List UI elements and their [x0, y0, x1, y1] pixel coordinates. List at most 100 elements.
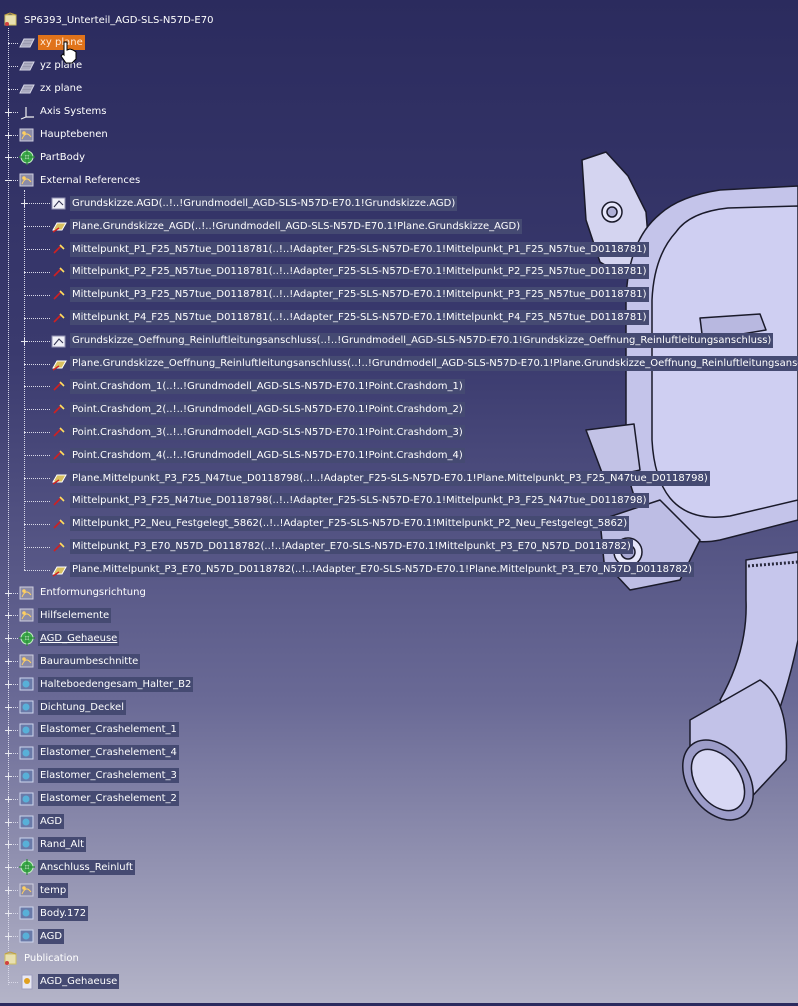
tree-item-body[interactable]: Hilfselemente [18, 606, 112, 624]
geoset-icon [18, 172, 36, 188]
pub-icon [18, 974, 36, 990]
expand-icon[interactable] [4, 818, 13, 827]
tree-item-body[interactable]: Entformungsrichtung [18, 584, 148, 602]
external-reference-item[interactable]: Plane.Mittelpunkt_P3_F25_N47tue_D0118798… [50, 469, 710, 487]
expand-icon[interactable] [4, 131, 13, 140]
tree-item-node[interactable]: Hauptebenen [18, 126, 110, 144]
external-reference-item[interactable]: Mittelpunkt_P2_F25_N57tue_D0118781(..!..… [50, 263, 649, 281]
expand-icon[interactable] [4, 726, 13, 735]
point-icon [50, 241, 68, 257]
collapse-icon[interactable] [4, 176, 13, 185]
tree-item-body[interactable]: Body.172 [18, 904, 89, 922]
expand-icon[interactable] [4, 108, 13, 117]
tree-item-body[interactable]: Elastomer_Crashelement_3 [18, 767, 179, 785]
tree-item-body[interactable]: Elastomer_Crashelement_2 [18, 790, 179, 808]
tree-item-node[interactable]: PartBody [18, 148, 87, 166]
expand-icon[interactable] [4, 589, 13, 598]
external-reference-item[interactable]: Mittelpunkt_P3_F25_N47tue_D0118798(..!..… [50, 492, 649, 510]
expand-icon[interactable] [4, 703, 13, 712]
tree-item-label: Anschluss_Reinluft [38, 859, 135, 875]
expand-icon[interactable] [4, 680, 13, 689]
expand-icon[interactable] [4, 634, 13, 643]
tree-item-body[interactable]: Anschluss_Reinluft [18, 858, 135, 876]
expand-icon[interactable] [4, 749, 13, 758]
external-reference-item[interactable]: Mittelpunkt_P1_F25_N57tue_D0118781(..!..… [50, 240, 649, 258]
external-reference-item[interactable]: Point.Crashdom_3(..!..!Grundmodell_AGD-S… [50, 423, 465, 441]
tree-connector [24, 363, 50, 365]
part-icon [2, 12, 20, 28]
tree-item-label: Mittelpunkt_P3_E70_N57D_D0118782(..!..!A… [70, 539, 633, 555]
expand-icon[interactable] [4, 886, 13, 895]
tree-connector [24, 455, 50, 457]
expand-icon[interactable] [4, 863, 13, 872]
expand-icon[interactable] [4, 795, 13, 804]
expand-icon[interactable] [20, 199, 29, 208]
external-reference-item[interactable]: Point.Crashdom_1(..!..!Grundmodell_AGD-S… [50, 377, 465, 395]
tree-item-label: Plane.Grundskizze_Oeffnung_Reinluftleitu… [70, 356, 798, 371]
tree-item-node[interactable]: External References [18, 171, 142, 189]
expand-icon[interactable] [4, 657, 13, 666]
plane-icon [18, 35, 36, 51]
tree-item-label: Halteboedengesam_Halter_B2 [38, 676, 194, 692]
expand-icon[interactable] [4, 611, 13, 620]
external-reference-item[interactable]: Point.Crashdom_2(..!..!Grundmodell_AGD-S… [50, 400, 465, 418]
expand-icon[interactable] [4, 909, 13, 918]
body-icon [18, 630, 36, 647]
tree-item-label: Hilfselemente [38, 607, 112, 623]
publication-item[interactable]: AGD_Gehaeuse [18, 973, 120, 991]
tree-item-plane[interactable]: zx plane [18, 80, 84, 98]
tree-item-label: Rand_Alt [38, 836, 87, 852]
point-icon [50, 310, 68, 326]
tree-item-body[interactable]: Elastomer_Crashelement_1 [18, 721, 179, 739]
tree-item-label: AGD [38, 928, 65, 944]
external-reference-item[interactable]: Mittelpunkt_P3_E70_N57D_D0118782(..!..!A… [50, 538, 633, 556]
tree-item-body[interactable]: Halteboedengesam_Halter_B2 [18, 675, 194, 693]
expand-icon[interactable] [4, 932, 13, 941]
tree-connector [24, 386, 50, 388]
extplane-icon [50, 218, 68, 234]
external-reference-item[interactable]: Plane.Grundskizze_AGD(..!..!Grundmodell_… [50, 217, 523, 235]
external-reference-item[interactable]: Mittelpunkt_P2_Neu_Festgelegt_5862(..!..… [50, 515, 630, 533]
bodyblue-icon [18, 928, 36, 944]
plane-icon [18, 81, 36, 97]
expand-icon[interactable] [4, 153, 13, 162]
bodyblue-icon [18, 905, 36, 921]
tree-item-body[interactable]: AGD [18, 927, 65, 945]
point-icon [50, 493, 68, 509]
external-reference-item[interactable]: Point.Crashdom_4(..!..!Grundmodell_AGD-S… [50, 446, 465, 464]
expand-icon[interactable] [4, 772, 13, 781]
tree-item-label: Publication [24, 953, 79, 965]
tree-connector [8, 981, 18, 983]
tree-item-body[interactable]: temp [18, 881, 69, 899]
tree-connector [8, 88, 18, 90]
tree-root-part[interactable]: SP6393_Unterteil_AGD-SLS-N57D-E70 [2, 11, 215, 29]
point-icon [50, 401, 68, 417]
expand-icon[interactable] [20, 337, 29, 346]
tree-item-body[interactable]: AGD_Gehaeuse [18, 629, 120, 647]
tree-item-body[interactable]: Rand_Alt [18, 835, 87, 853]
external-reference-item[interactable]: Mittelpunkt_P4_F25_N57tue_D0118781(..!..… [50, 309, 649, 327]
tree-item-node[interactable]: Axis Systems [18, 103, 108, 121]
point-icon [50, 516, 68, 532]
tree-item-body[interactable]: AGD [18, 813, 65, 831]
expand-icon[interactable] [4, 840, 13, 849]
tree-item-label: Elastomer_Crashelement_2 [38, 791, 179, 807]
tree-item-body[interactable]: Dichtung_Deckel [18, 698, 126, 716]
external-reference-item[interactable]: Plane.Grundskizze_Oeffnung_Reinluftleitu… [50, 355, 798, 373]
tree-item-publication[interactable]: Publication [2, 950, 81, 968]
tree-item-label: Bauraumbeschnitte [38, 653, 141, 669]
tree-item-label: SP6393_Unterteil_AGD-SLS-N57D-E70 [24, 14, 214, 26]
part-icon [2, 951, 20, 967]
external-reference-item[interactable]: Plane.Mittelpunkt_P3_E70_N57D_D0118782(.… [50, 561, 695, 579]
tree-item-body[interactable]: Bauraumbeschnitte [18, 652, 141, 670]
tree-item-label: Grundskizze_Oeffnung_Reinluftleitungsans… [70, 333, 774, 349]
extplane-icon [50, 356, 68, 372]
external-reference-item[interactable]: Mittelpunkt_P3_F25_N57tue_D0118781(..!..… [50, 286, 649, 304]
external-reference-item[interactable]: Grundskizze_Oeffnung_Reinluftleitungsans… [50, 332, 774, 350]
bodyblue-icon [18, 745, 36, 761]
tree-item-label: Elastomer_Crashelement_3 [38, 768, 179, 784]
external-reference-item[interactable]: Grundskizze.AGD(..!..!Grundmodell_AGD-SL… [50, 194, 458, 212]
specification-tree[interactable]: SP6393_Unterteil_AGD-SLS-N57D-E70 xy plan… [0, 0, 798, 1003]
tree-item-body[interactable]: Elastomer_Crashelement_4 [18, 744, 179, 762]
bodyblue-icon [18, 768, 36, 784]
